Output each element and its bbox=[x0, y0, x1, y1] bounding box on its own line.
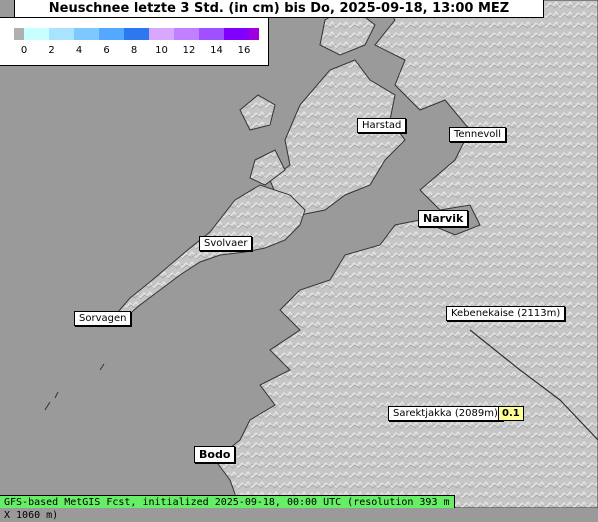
label-bodo: Bodo bbox=[194, 446, 236, 463]
label-kebnekaise: Kebenekaise (2113m) bbox=[446, 306, 566, 321]
scale-segment bbox=[124, 28, 149, 40]
label-harstad: Harstad bbox=[357, 118, 407, 133]
scale-tick-label: 10 bbox=[155, 45, 168, 56]
scale-segment bbox=[49, 28, 74, 40]
color-scale-ticks: 0 2 4 6 8 10 12 14 16 bbox=[0, 45, 268, 59]
scale-segment bbox=[199, 28, 224, 40]
footer-info: GFS-based MetGIS Fcst, initialized 2025-… bbox=[0, 495, 455, 521]
scale-tick-label: 12 bbox=[182, 45, 196, 56]
scale-segment bbox=[149, 28, 174, 40]
map-canvas bbox=[0, 0, 598, 508]
scale-tick-label: 14 bbox=[210, 45, 223, 56]
scale-tick-label: 8 bbox=[130, 45, 138, 56]
scale-segment bbox=[24, 28, 49, 40]
scale-tick-label: 16 bbox=[237, 45, 251, 56]
label-svolvaer: Svolvaer bbox=[199, 236, 253, 251]
color-scale-bar bbox=[14, 28, 259, 40]
scale-tick-label: 6 bbox=[103, 45, 110, 56]
legend: 0 2 4 6 8 10 12 14 16 bbox=[0, 17, 269, 66]
label-narvik: Narvik bbox=[418, 210, 469, 227]
scale-tick-label: 2 bbox=[48, 45, 55, 56]
scale-high-segment bbox=[249, 28, 259, 40]
value-sarektjakka: 0.1 bbox=[498, 406, 524, 421]
scale-segment bbox=[74, 28, 99, 40]
label-tennevoll: Tennevoll bbox=[449, 127, 506, 142]
scale-segment bbox=[99, 28, 124, 40]
scale-segment bbox=[224, 28, 249, 40]
scale-tick-label: 4 bbox=[75, 45, 83, 56]
scale-tick-label: 0 bbox=[20, 45, 28, 56]
scale-segment bbox=[174, 28, 199, 40]
scale-low-segment bbox=[14, 28, 24, 40]
label-sarektjakka: Sarektjakka (2089m) bbox=[388, 406, 503, 421]
label-sorvagen: Sorvagen bbox=[74, 311, 132, 326]
map-title: Neuschnee letzte 3 Std. (in cm) bis Do, … bbox=[14, 0, 544, 18]
